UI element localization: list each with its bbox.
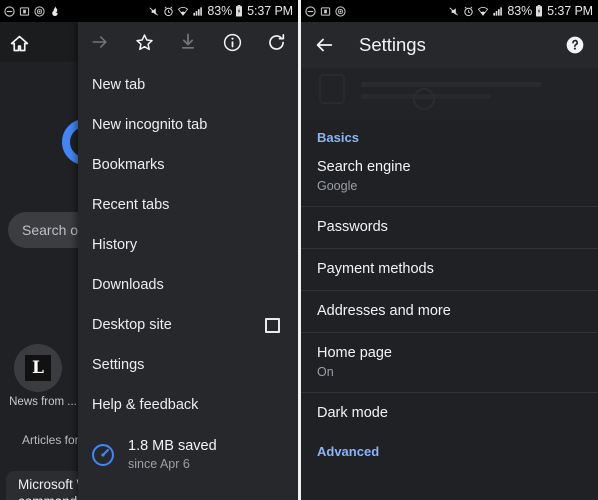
clock-label: 5:37 PM (547, 4, 593, 18)
battery-icon (535, 5, 543, 17)
arrow-forward-icon[interactable] (78, 22, 122, 62)
shortcut-tile-badge: L (25, 355, 51, 381)
settings-app-bar: Settings (301, 22, 598, 68)
pref-addresses-and-more[interactable]: Addresses and more (301, 291, 598, 333)
pref-search-engine[interactable]: Search engine Google (301, 147, 598, 207)
pref-title: Search engine (317, 159, 411, 175)
pref-subtitle: On (317, 365, 334, 379)
page-title: Settings (359, 34, 426, 55)
home-icon[interactable] (7, 31, 31, 55)
right-phone-panel: 83% 5:37 PM Settings Basics Search engin… (301, 0, 598, 500)
pref-passwords[interactable]: Passwords (301, 207, 598, 249)
wifi-icon (477, 6, 489, 17)
phone-screenshot-pair: 83% 5:37 PM Search or L News from ... Ar… (0, 0, 598, 500)
overflow-menu-list: New tab New incognito tab Bookmarks Rece… (78, 62, 298, 479)
battery-percent-label: 83% (507, 4, 533, 18)
menu-item-label: Bookmarks (92, 157, 165, 173)
arrow-back-icon[interactable] (311, 32, 337, 58)
alarm-icon (163, 6, 174, 17)
alarm-icon (463, 6, 474, 17)
copyright-app-icon (335, 5, 346, 17)
menu-item-bookmarks[interactable]: Bookmarks (78, 145, 298, 185)
pref-title: Payment methods (317, 261, 434, 277)
left-phone-panel: 83% 5:37 PM Search or L News from ... Ar… (0, 0, 298, 500)
menu-item-history[interactable]: History (78, 225, 298, 265)
menu-item-label: Downloads (92, 277, 164, 293)
star-icon[interactable] (122, 22, 166, 62)
menu-item-label: New tab (92, 77, 146, 93)
download-icon[interactable] (166, 22, 210, 62)
menu-item-new-tab[interactable]: New tab (78, 65, 298, 105)
settings-list: Basics Search engine Google Passwords Pa… (301, 68, 598, 500)
clock-label: 5:37 PM (247, 4, 293, 18)
screenshot-icon (19, 6, 30, 17)
desktop-site-checkbox[interactable] (265, 317, 280, 333)
mute-notification-icon (305, 5, 316, 17)
menu-item-settings[interactable]: Settings (78, 345, 298, 385)
battery-icon (235, 5, 243, 17)
menu-item-label: Settings (92, 357, 145, 373)
help-icon[interactable] (564, 34, 586, 56)
menu-item-label: New incognito tab (92, 117, 208, 133)
status-bar-system-icons: 83% 5:37 PM (147, 4, 293, 18)
overflow-menu: New tab New incognito tab Bookmarks Rece… (78, 22, 298, 500)
data-saver-icon (90, 442, 116, 468)
data-saver-text: 1.8 MB saved since Apr 6 (128, 437, 217, 473)
reload-icon[interactable] (254, 22, 298, 62)
shortcut-tile-label: News from ... (9, 396, 77, 408)
flame-app-icon (49, 5, 60, 17)
wifi-icon (177, 6, 189, 17)
menu-item-label: Desktop site (92, 317, 172, 333)
menu-item-help-and-feedback[interactable]: Help & feedback (78, 385, 298, 425)
pref-title: Addresses and more (317, 303, 451, 319)
pref-title: Passwords (317, 219, 388, 235)
pref-dark-mode[interactable]: Dark mode (301, 393, 598, 434)
menu-item-recent-tabs[interactable]: Recent tabs (78, 185, 298, 225)
data-saver-summary[interactable]: 1.8 MB saved since Apr 6 (78, 431, 298, 479)
section-heading-advanced: Advanced (317, 444, 380, 459)
menu-item-label: History (92, 237, 138, 253)
status-bar-notification-icons (4, 5, 60, 17)
signal-icon (192, 6, 204, 17)
menu-item-label: Recent tabs (92, 197, 170, 213)
menu-item-downloads[interactable]: Downloads (78, 265, 298, 305)
signal-icon (492, 6, 504, 17)
shortcut-tile-news[interactable]: L (14, 344, 62, 392)
copyright-app-icon (34, 5, 45, 17)
sign-in-promo-ghost[interactable] (301, 68, 598, 120)
menu-item-desktop-site[interactable]: Desktop site (78, 305, 298, 345)
vibrate-off-icon (147, 6, 160, 17)
info-icon[interactable] (210, 22, 254, 62)
menu-item-label: Help & feedback (92, 397, 199, 413)
overflow-menu-toolbar (78, 22, 298, 62)
status-bar-left: 83% 5:37 PM (0, 0, 298, 22)
menu-item-new-incognito-tab[interactable]: New incognito tab (78, 105, 298, 145)
pref-title: Home page (317, 345, 392, 361)
pref-title: Dark mode (317, 405, 388, 421)
pref-home-page[interactable]: Home page On (301, 333, 598, 393)
status-bar-notification-icons (305, 5, 346, 17)
status-bar-right: 83% 5:37 PM (301, 0, 598, 22)
mute-notification-icon (4, 5, 15, 17)
data-saver-title: 1.8 MB saved (128, 438, 217, 455)
pref-payment-methods[interactable]: Payment methods (301, 249, 598, 291)
status-bar-system-icons: 83% 5:37 PM (447, 4, 593, 18)
section-heading-basics: Basics (317, 130, 359, 145)
pref-subtitle: Google (317, 179, 358, 193)
vibrate-off-icon (447, 6, 460, 17)
screenshot-icon (320, 6, 331, 17)
data-saver-subtitle: since Apr 6 (128, 457, 190, 472)
battery-percent-label: 83% (207, 4, 233, 18)
